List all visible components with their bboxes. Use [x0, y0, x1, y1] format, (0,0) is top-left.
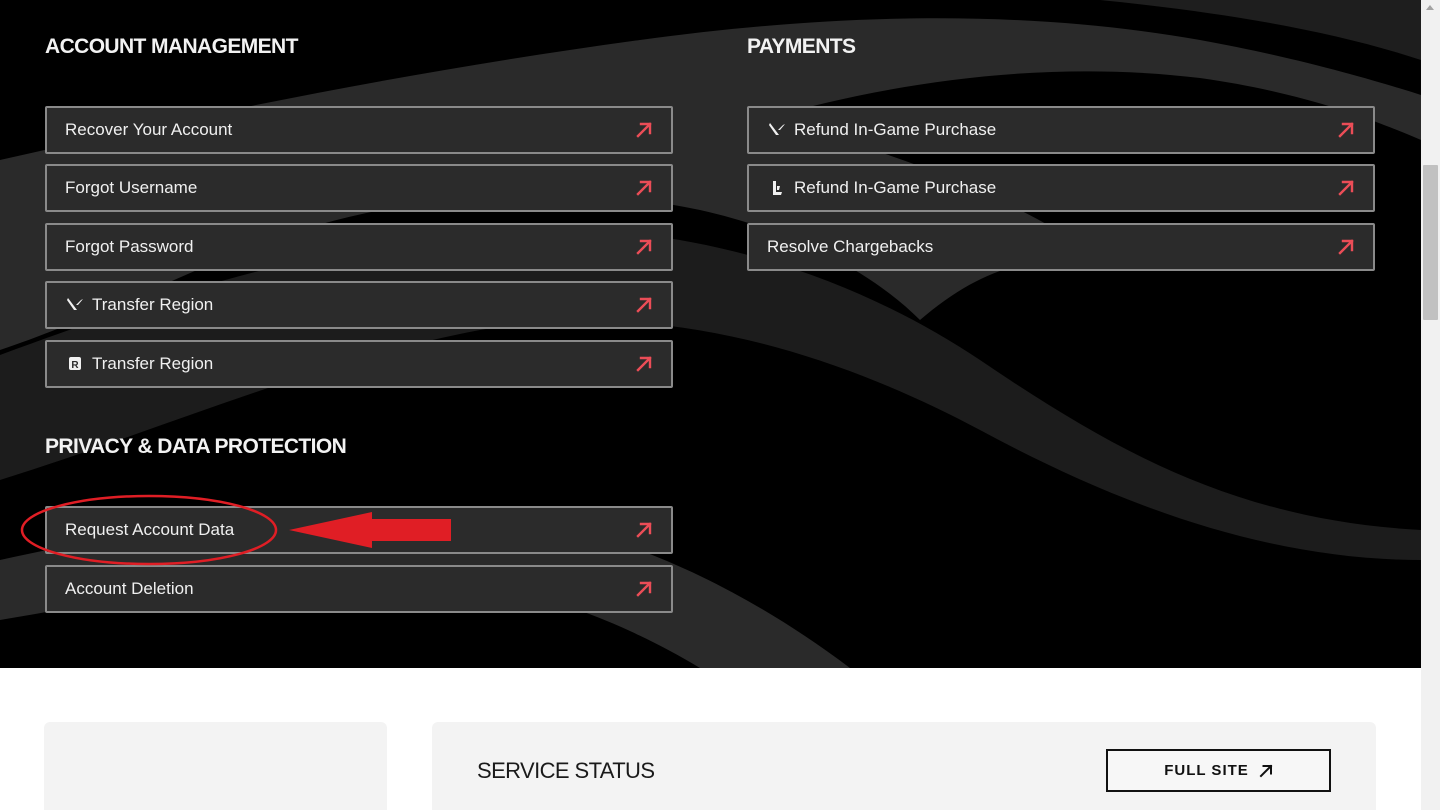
lol-icon [768, 179, 786, 197]
external-arrow-icon [636, 522, 652, 538]
service-status-card: SERVICE STATUS FULL SITE [432, 722, 1376, 810]
external-arrow-icon [636, 356, 652, 372]
button-label: Refund In-Game Purchase [794, 178, 997, 197]
scrollbar-thumb[interactable] [1423, 165, 1438, 320]
service-status-title: SERVICE STATUS [477, 758, 655, 783]
external-arrow-icon [1259, 764, 1273, 777]
scroll-up-icon[interactable] [1426, 5, 1434, 10]
info-card [44, 722, 387, 810]
vertical-scrollbar[interactable] [1421, 0, 1440, 810]
refund-purchase-lol-button[interactable]: Refund In-Game Purchase [747, 164, 1375, 212]
resolve-chargebacks-button[interactable]: Resolve Chargebacks [747, 223, 1375, 271]
full-site-button[interactable]: FULL SITE [1106, 749, 1331, 792]
payments-heading: PAYMENTS [747, 35, 856, 58]
button-label: Recover Your Account [65, 120, 233, 139]
account-deletion-button[interactable]: Account Deletion [45, 565, 673, 613]
button-label: Forgot Username [65, 178, 198, 197]
svg-text:R: R [71, 360, 79, 371]
button-label: Resolve Chargebacks [767, 237, 934, 256]
recover-account-button[interactable]: Recover Your Account [45, 106, 673, 154]
account-management-heading: ACCOUNT MANAGEMENT [45, 35, 298, 58]
button-label: Refund In-Game Purchase [794, 120, 997, 139]
refund-purchase-valorant-button[interactable]: Refund In-Game Purchase [747, 106, 1375, 154]
external-arrow-icon [1338, 180, 1354, 196]
hero-dark-section: ACCOUNT MANAGEMENT Recover Your Account … [0, 0, 1421, 668]
button-label: Forgot Password [65, 237, 194, 256]
external-arrow-icon [636, 581, 652, 597]
support-page: ACCOUNT MANAGEMENT Recover Your Account … [0, 0, 1440, 810]
external-arrow-icon [636, 297, 652, 313]
valorant-icon [66, 296, 84, 314]
transfer-region-riot-button[interactable]: R Transfer Region [45, 340, 673, 388]
button-label: Transfer Region [92, 354, 214, 373]
transfer-region-valorant-button[interactable]: Transfer Region [45, 281, 673, 329]
external-arrow-icon [636, 239, 652, 255]
external-arrow-icon [636, 122, 652, 138]
full-site-label: FULL SITE [1164, 762, 1249, 779]
privacy-heading: PRIVACY & DATA PROTECTION [45, 435, 347, 458]
external-arrow-icon [636, 180, 652, 196]
button-label: Account Deletion [65, 579, 194, 598]
valorant-icon [768, 121, 786, 139]
external-arrow-icon [1338, 239, 1354, 255]
external-arrow-icon [1338, 122, 1354, 138]
forgot-username-button[interactable]: Forgot Username [45, 164, 673, 212]
button-label: Request Account Data [65, 520, 235, 539]
request-account-data-button[interactable]: Request Account Data [45, 506, 673, 554]
button-label: Transfer Region [92, 295, 214, 314]
riot-client-icon: R [66, 355, 84, 373]
forgot-password-button[interactable]: Forgot Password [45, 223, 673, 271]
